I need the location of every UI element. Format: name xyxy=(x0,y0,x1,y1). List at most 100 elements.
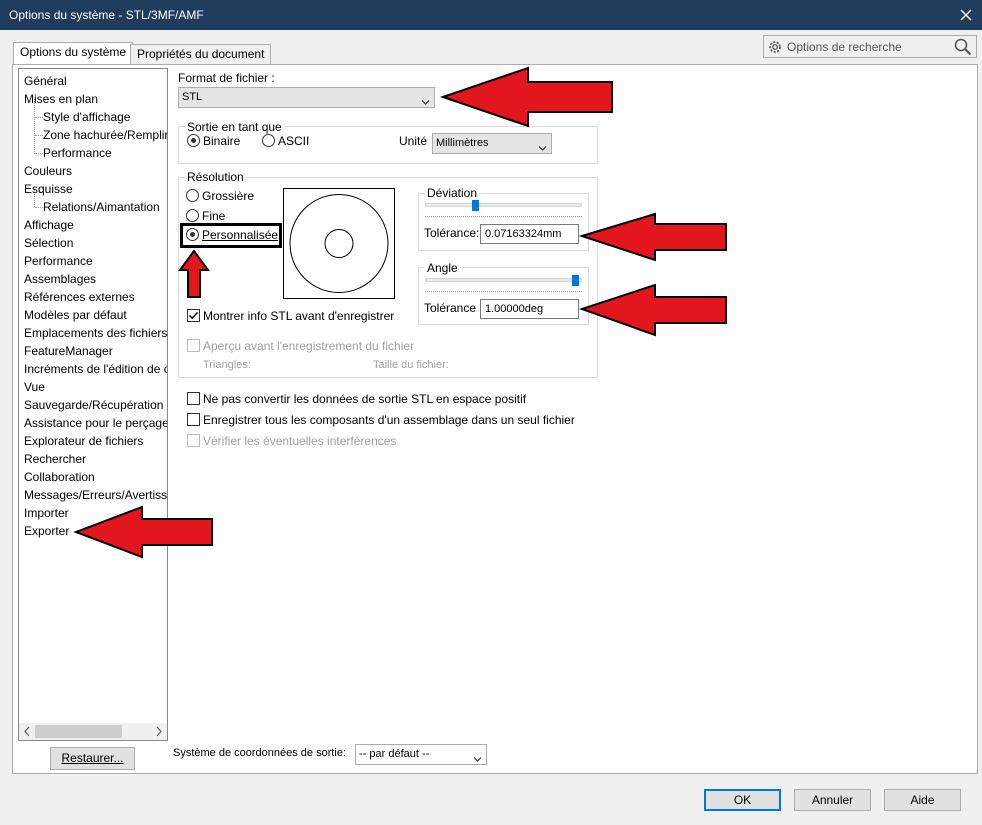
tree-item-default-templates[interactable]: Modèles par défaut xyxy=(24,308,127,322)
deviation-label: Déviation xyxy=(425,186,480,200)
tree-connector xyxy=(35,117,43,118)
no-convert-label: Ne pas convertir les données de sortie S… xyxy=(203,392,527,406)
unit-select[interactable]: Millimètres xyxy=(432,133,552,154)
tree-item-file-explorer[interactable]: Explorateur de fichiers xyxy=(24,434,143,448)
radio-custom-label: Personnalisée xyxy=(202,228,279,242)
radio-ascii[interactable] xyxy=(262,134,275,147)
tree-connector xyxy=(35,135,43,136)
radio-fine[interactable] xyxy=(186,209,199,222)
tree-item-import[interactable]: Importer xyxy=(24,506,69,520)
file-format-value: STL xyxy=(182,91,203,103)
preview-checkbox xyxy=(187,339,200,352)
scroll-right-icon[interactable] xyxy=(155,726,163,740)
angle-slider-track[interactable] xyxy=(425,278,582,282)
radio-fine-label: Fine xyxy=(202,209,226,223)
tree-item-hatch[interactable]: Zone hachurée/Remplir xyxy=(43,128,167,142)
tree-item-sketch[interactable]: Esquisse xyxy=(24,182,73,196)
tree-connector xyxy=(35,207,43,208)
tree-item-relations[interactable]: Relations/Aimantation xyxy=(43,200,160,214)
deviation-slider-ticks xyxy=(425,216,582,219)
filesize-label: Taille du fichier: xyxy=(373,359,449,371)
coord-system-label: Système de coordonnées de sortie: xyxy=(173,747,347,759)
deviation-slider-thumb[interactable] xyxy=(472,200,479,211)
tree-item-search[interactable]: Rechercher xyxy=(24,452,86,466)
tab-system-options[interactable]: Options du système xyxy=(13,42,134,65)
search-icon[interactable] xyxy=(954,38,972,59)
deviation-tolerance-input[interactable]: 0.07163324mm xyxy=(480,224,579,244)
preview-circles xyxy=(289,194,389,293)
unit-value: Millimètres xyxy=(436,137,489,149)
save-all-label: Enregistrer tous les composants d'un ass… xyxy=(203,413,575,427)
preview-label: Aperçu avant l'enregistrement du fichier xyxy=(203,339,415,353)
tab-system-options-label: Options du système xyxy=(20,45,127,59)
tree-item-display-style[interactable]: Style d'affichage xyxy=(43,110,130,124)
tree-horizontal-scrollbar[interactable] xyxy=(19,723,167,740)
search-placeholder: Options de recherche xyxy=(787,40,902,54)
radio-coarse[interactable] xyxy=(186,189,199,202)
ok-button[interactable]: OK xyxy=(704,789,781,811)
check-interference-label: Vérifier les éventuelles interférences xyxy=(203,434,397,448)
tree-item-performance[interactable]: Performance xyxy=(24,254,93,268)
show-info-checkbox[interactable] xyxy=(187,309,200,322)
angle-tolerance-label: Tolérance xyxy=(424,301,477,315)
chevron-down-icon xyxy=(473,751,482,770)
scrollbar-thumb[interactable] xyxy=(35,725,122,738)
deviation-slider-track[interactable] xyxy=(425,203,582,207)
window-title: Options du système - STL/3MF/AMF xyxy=(9,8,204,22)
angle-label: Angle xyxy=(425,261,460,275)
radio-binary-label: Binaire xyxy=(203,134,241,148)
unit-label: Unité xyxy=(399,134,428,148)
chevron-down-icon xyxy=(421,94,430,113)
search-box[interactable]: Options de recherche xyxy=(763,35,977,58)
tree-item-display[interactable]: Affichage xyxy=(24,218,74,232)
angle-tolerance-input[interactable]: 1.00000deg xyxy=(480,299,579,319)
tab-document-properties[interactable]: Propriétés du document xyxy=(130,44,272,65)
tree-item-drawings[interactable]: Mises en plan xyxy=(24,92,98,106)
radio-coarse-label: Grossière xyxy=(202,189,255,203)
tree-item-selection[interactable]: Sélection xyxy=(24,236,73,250)
tree-item-messages[interactable]: Messages/Erreurs/Avertisse xyxy=(24,488,167,502)
title-bar: Options du système - STL/3MF/AMF xyxy=(0,0,982,30)
tree-item-general[interactable]: Général xyxy=(24,74,67,88)
check-interference-checkbox xyxy=(187,434,200,447)
tree-item-spin-box-increments[interactable]: Incréments de l'édition de c xyxy=(24,362,167,376)
angle-slider-ticks xyxy=(425,291,582,294)
deviation-tolerance-label: Tolérance: xyxy=(424,226,480,240)
tree-item-hole-wizard[interactable]: Assistance pour le perçage/ xyxy=(24,416,167,430)
tree-item-file-locations[interactable]: Emplacements des fichiers xyxy=(24,326,167,340)
no-convert-checkbox[interactable] xyxy=(187,392,200,405)
radio-custom[interactable] xyxy=(186,228,199,241)
output-group-label: Sortie en tant que xyxy=(185,120,284,134)
angle-slider-thumb[interactable] xyxy=(572,275,579,286)
file-format-select[interactable]: STL xyxy=(178,87,435,108)
tree-item-featuremanager[interactable]: FeatureManager xyxy=(24,344,113,358)
show-info-label: Montrer info STL avant d'enregistrer xyxy=(203,309,395,323)
file-format-label: Format de fichier : xyxy=(178,71,275,85)
resolution-preview xyxy=(283,188,395,299)
checkmark-icon xyxy=(188,311,199,320)
coord-system-value: -- par défaut -- xyxy=(359,748,430,760)
tree-connector xyxy=(35,153,43,154)
tree-item-collaboration[interactable]: Collaboration xyxy=(24,470,95,484)
triangles-label: Triangles: xyxy=(203,359,251,371)
tree-item-assemblies[interactable]: Assemblages xyxy=(24,272,96,286)
tree-connector xyxy=(34,99,35,154)
coord-system-select[interactable]: -- par défaut -- xyxy=(355,744,487,765)
radio-binary[interactable] xyxy=(187,134,200,147)
tree-item-export[interactable]: Exporter xyxy=(24,524,69,538)
tree-item-colors[interactable]: Couleurs xyxy=(24,164,72,178)
tree-item-drawing-performance[interactable]: Performance xyxy=(43,146,112,160)
resolution-group-label: Résolution xyxy=(185,170,246,184)
tree-item-external-references[interactable]: Références externes xyxy=(24,290,135,304)
tree-item-view[interactable]: Vue xyxy=(24,380,45,394)
save-all-checkbox[interactable] xyxy=(187,413,200,426)
restore-button[interactable]: Restaurer... xyxy=(50,747,135,770)
cancel-button[interactable]: Annuler xyxy=(794,789,871,811)
gear-icon xyxy=(767,39,783,58)
tab-document-properties-label: Propriétés du document xyxy=(137,47,265,61)
help-button[interactable]: Aide xyxy=(884,789,961,811)
radio-ascii-label: ASCII xyxy=(278,134,310,148)
close-icon[interactable] xyxy=(950,0,982,30)
scroll-left-icon[interactable] xyxy=(23,726,31,740)
tree-item-backup[interactable]: Sauvegarde/Récupération xyxy=(24,398,163,412)
